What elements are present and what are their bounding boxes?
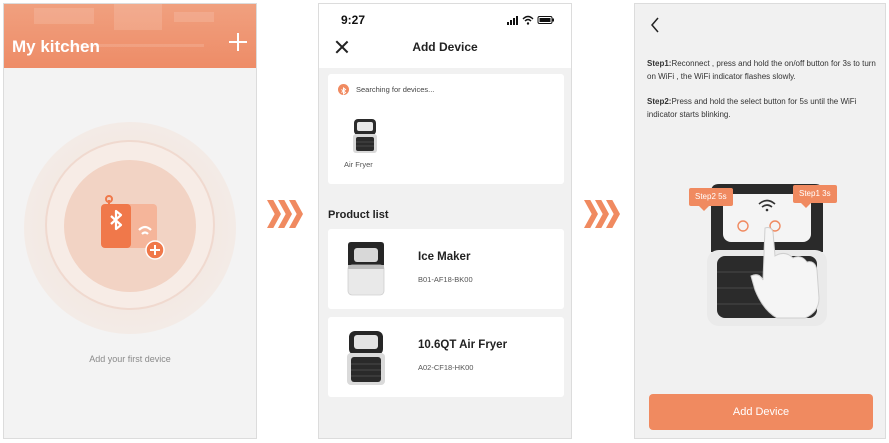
page-title: Add Device (412, 40, 478, 54)
found-device-label: Air Fryer (344, 160, 373, 169)
step1-text: Reconnect , press and hold the on/off bu… (647, 59, 876, 81)
empty-state-text: Add your first device (89, 354, 171, 364)
chevron-arrows-icon (267, 200, 307, 228)
bluetooth-icon (338, 84, 349, 95)
bluetooth-device-icon[interactable] (99, 194, 169, 264)
step2-label: Step2: (647, 97, 672, 106)
product-name: 10.6QT Air Fryer (418, 339, 508, 351)
step2-text: Press and hold the select button for 5s … (647, 97, 857, 119)
ice-maker-icon (347, 242, 385, 296)
chevron-left-icon[interactable] (649, 16, 661, 34)
product-name: Ice Maker (418, 251, 471, 263)
air-fryer-icon[interactable] (351, 118, 379, 154)
navigation-header: 9:27 Add Device (319, 4, 571, 68)
status-bar-icons (507, 15, 554, 25)
kitchen-header: My kitchen (4, 4, 256, 68)
add-device-screen: 9:27 Add Device Searching for devices... (318, 3, 572, 439)
product-list-title: Product list (328, 209, 389, 221)
searching-status: Searching for devices... (356, 85, 435, 94)
step1-label: Step1: (647, 59, 672, 68)
step2-instruction: Step2:Press and hold the select button f… (647, 96, 879, 121)
air-fryer-icon (347, 331, 385, 385)
add-device-button[interactable]: Add Device (649, 394, 873, 430)
product-model: B01-AF18-BK00 (418, 275, 473, 284)
step2-tag: Step2 5s (689, 188, 733, 211)
step1-tag: Step1 3s (793, 185, 837, 208)
my-kitchen-screen: My kitchen Add your first device (3, 3, 257, 439)
searching-card: Searching for devices... Air Fryer (328, 74, 564, 184)
product-item-ice-maker[interactable]: Ice Maker B01-AF18-BK00 (328, 229, 564, 309)
wifi-pairing-screen: Step1:Reconnect , press and hold the on/… (634, 3, 886, 439)
plus-icon[interactable] (228, 32, 248, 52)
product-model: A02-CF18-HK00 (418, 363, 474, 372)
product-item-air-fryer[interactable]: 10.6QT Air Fryer A02-CF18-HK00 (328, 317, 564, 397)
status-time: 9:27 (341, 13, 366, 27)
page-title: My kitchen (12, 37, 100, 56)
step1-instruction: Step1:Reconnect , press and hold the on/… (647, 58, 879, 83)
chevron-arrows-icon (584, 200, 624, 228)
